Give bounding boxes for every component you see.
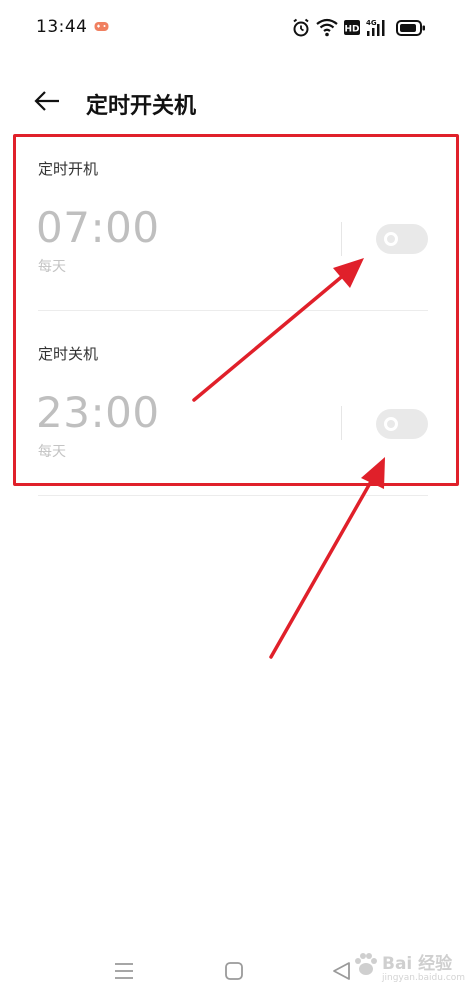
alarm-icon: [293, 18, 309, 37]
toggle-knob: [384, 417, 398, 431]
vertical-separator: [341, 222, 342, 256]
page-title: 定时开关机: [86, 94, 197, 119]
game-controller-icon: [94, 22, 109, 31]
annotation-arrow-upper: [192, 258, 364, 402]
wifi-icon: [316, 18, 338, 37]
svg-text:4G: 4G: [366, 19, 377, 27]
toggle-power-off[interactable]: [376, 409, 428, 439]
navigation-bar: [0, 950, 472, 993]
section-label-power-off: 定时关机: [38, 345, 99, 363]
back-triangle-icon[interactable]: [330, 960, 354, 982]
header: 定时开关机: [0, 78, 472, 128]
svg-text:HD: HD: [344, 25, 359, 35]
divider: [38, 495, 428, 496]
status-bar: 13:44 HD 4G: [0, 0, 472, 56]
section-label-power-on: 定时开机: [38, 160, 99, 178]
toggle-power-on[interactable]: [376, 224, 428, 254]
menu-icon[interactable]: [112, 960, 136, 982]
repeat-label-power-off: 每天: [38, 444, 66, 460]
time-value-power-off[interactable]: 23:00: [36, 388, 160, 437]
status-time: 13:44: [36, 17, 88, 37]
time-value-power-on[interactable]: 07:00: [36, 203, 160, 252]
hd-icon: HD: [344, 20, 360, 35]
status-icons: HD 4G: [292, 18, 432, 40]
annotation-arrows: [192, 258, 385, 659]
vertical-separator: [341, 406, 342, 440]
signal-4g-icon: 4G: [366, 19, 385, 36]
toggle-knob: [384, 232, 398, 246]
battery-icon: [396, 20, 425, 36]
divider: [38, 310, 428, 311]
repeat-label-power-on: 每天: [38, 259, 66, 275]
screen: 13:44 HD 4G 定时开关机 定时开机 07:00 每天 定时关机 23:…: [0, 0, 472, 993]
annotation-arrow-lower: [269, 457, 385, 659]
home-icon[interactable]: [222, 960, 246, 982]
back-arrow-icon[interactable]: [34, 90, 60, 112]
